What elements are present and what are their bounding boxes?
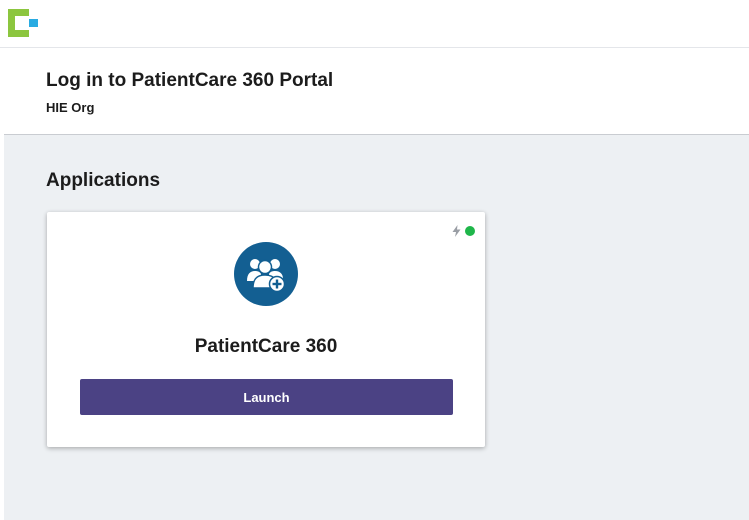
page-header: Log in to PatientCare 360 Portal HIE Org (4, 48, 749, 135)
top-bar (0, 0, 749, 48)
page-title: Log in to PatientCare 360 Portal (46, 70, 334, 91)
users-plus-icon (234, 242, 298, 306)
main-content: Applications PatientCare 360 Launch (4, 135, 749, 520)
lightning-bolt-icon (452, 225, 461, 237)
app-card-patientcare-360: PatientCare 360 Launch (47, 212, 485, 447)
brand-logo (8, 9, 38, 37)
applications-heading: Applications (46, 170, 161, 191)
org-name: HIE Org (46, 100, 95, 115)
status-online-dot (465, 226, 475, 236)
launch-button[interactable]: Launch (80, 379, 453, 415)
app-name: PatientCare 360 (194, 336, 338, 357)
app-status (452, 225, 475, 237)
